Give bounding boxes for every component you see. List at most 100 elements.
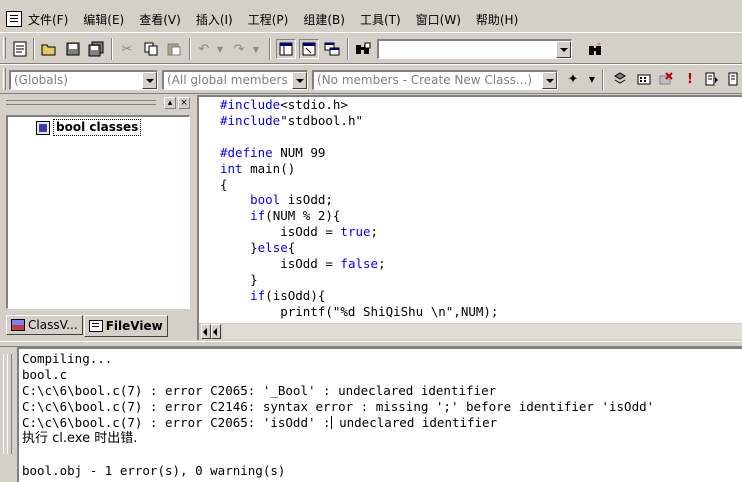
classes-icon (36, 120, 50, 135)
menu-tools[interactable]: 工具(T) (360, 11, 401, 28)
compile-button[interactable] (610, 69, 630, 89)
class-tree[interactable]: bool classes (6, 115, 190, 309)
code-line: } (220, 271, 258, 287)
menu-project[interactable]: 工程(P) (248, 11, 289, 28)
workspace-toggle-button[interactable] (276, 39, 296, 59)
filter-combo-value: (All global members (167, 73, 288, 87)
go-button[interactable] (702, 69, 722, 89)
members-combo-dropdown[interactable] (542, 72, 557, 89)
code-line: printf("%d ShiQiShu \n",NUM); (220, 303, 499, 319)
scrollbar-track[interactable] (223, 324, 742, 339)
chevron-down-icon: ▼ (588, 74, 596, 84)
undo-icon: ↶ (198, 41, 210, 57)
class-combo-dropdown[interactable] (142, 72, 157, 89)
cut-button[interactable]: ✂ (117, 39, 137, 59)
horizontal-scrollbar[interactable] (199, 323, 742, 340)
binoculars-icon (356, 42, 371, 54)
tab-fileview[interactable]: FileView (83, 315, 168, 337)
find-combo[interactable] (377, 39, 572, 59)
output-grip[interactable] (2, 354, 13, 454)
classview-icon (11, 319, 25, 331)
menu-build[interactable]: 组建(B) (303, 11, 345, 28)
exclamation-icon: ! (687, 71, 693, 87)
compile-icon (614, 72, 626, 84)
toolbar-separator (33, 38, 35, 60)
menu-help[interactable]: 帮助(H) (476, 11, 518, 28)
open-folder-icon (41, 44, 56, 56)
toolbar-grip[interactable] (3, 37, 6, 59)
output-line: bool.obj - 1 error(s), 0 warning(s) (22, 463, 286, 478)
menu-window[interactable]: 窗口(W) (416, 11, 461, 28)
close-icon: × (180, 98, 188, 108)
output-line: ​ (22, 447, 654, 463)
find-in-files-button[interactable] (353, 39, 373, 59)
workspace-icon (279, 42, 293, 56)
open-button[interactable] (39, 39, 59, 59)
wizard-action-button[interactable]: ✦ (563, 69, 583, 89)
filter-combo-dropdown[interactable] (292, 72, 307, 89)
class-combo[interactable]: (Globals) (9, 70, 158, 90)
build-output: Compiling... bool.c C:\c\6\bool.c(7) : err… (22, 351, 654, 479)
source-code[interactable]: #include<stdio.h>#include"stdbool.h"​#de… (220, 97, 498, 320)
menu-bar: 文件(F) 编辑(E) 查看(V) 插入(I) 工程(P) 组建(B) 工具(T… (0, 8, 742, 30)
paste-icon (167, 43, 181, 56)
tab-label: ClassV... (28, 318, 78, 332)
window-list-icon (324, 42, 340, 56)
wizard-action-dropdown[interactable]: ▼ (582, 69, 602, 89)
scroll-left-button[interactable] (201, 324, 211, 339)
output-toggle-button[interactable] (299, 39, 319, 59)
hand-icon (728, 72, 738, 86)
menu-edit[interactable]: 编辑(E) (83, 11, 124, 28)
toolbar-separator (189, 38, 191, 60)
document-icon[interactable] (6, 11, 22, 27)
code-line: { (220, 176, 228, 192)
redo-dropdown[interactable]: ▼ (246, 39, 266, 59)
find-combo-dropdown[interactable] (556, 41, 571, 58)
output-line: C:\c\6\bool.c(7) : error C2146: syntax e… (22, 399, 655, 414)
menu-file[interactable]: 文件(F) (28, 11, 68, 28)
stop-build-button[interactable] (656, 69, 676, 89)
find-button[interactable] (585, 39, 605, 59)
build-button[interactable] (634, 69, 654, 89)
workspace-grip[interactable] (6, 104, 156, 105)
save-all-button[interactable] (86, 39, 106, 59)
code-editor[interactable]: #include<stdio.h>#include"stdbool.h"​#de… (199, 97, 742, 323)
scissors-icon: ✂ (121, 41, 133, 57)
workspace-grip[interactable] (6, 100, 156, 101)
editor-gutter (199, 97, 213, 323)
new-text-file-button[interactable] (10, 39, 30, 59)
paste-button[interactable] (164, 39, 184, 59)
scroll-left-button-2[interactable] (211, 324, 221, 339)
text-caret (330, 416, 332, 429)
toolbar-separator (111, 38, 113, 60)
undo-dropdown[interactable]: ▼ (210, 39, 230, 59)
workspace-maximize-button[interactable]: ▴ (164, 97, 176, 109)
filter-combo[interactable]: (All global members (162, 70, 308, 90)
members-combo-value: (No members - Create New Class...) (317, 73, 533, 87)
menu-insert[interactable]: 插入(I) (196, 11, 233, 28)
window-list-button[interactable] (322, 39, 342, 59)
redo-icon: ↷ (233, 41, 245, 57)
wizard-bar: (Globals) (All global members (No member… (0, 64, 742, 94)
code-line: if(NUM % 2){ (250, 208, 341, 224)
code-line: ​ (220, 129, 498, 145)
class-combo-value: (Globals) (14, 73, 68, 87)
standard-toolbar: ✂ ↶ ▼ ↷ ▼ (0, 32, 742, 64)
toolbar-grip[interactable] (3, 68, 6, 90)
copy-button[interactable] (141, 39, 161, 59)
execute-button[interactable]: ! (680, 69, 700, 89)
tab-label: FileView (105, 319, 163, 333)
chevron-down-icon: ▼ (252, 44, 260, 54)
output-window-icon (302, 42, 316, 56)
magic-wand-icon: ✦ (567, 71, 579, 87)
fileview-icon (88, 320, 103, 332)
save-icon (66, 42, 80, 56)
menu-view[interactable]: 查看(V) (139, 11, 181, 28)
members-combo[interactable]: (No members - Create New Class...) (312, 70, 558, 90)
tree-item-bool-classes[interactable]: bool classes (36, 119, 142, 136)
output-window[interactable]: Compiling... bool.c C:\c\6\bool.c(7) : err… (17, 347, 742, 482)
tab-classview[interactable]: ClassV... (6, 315, 83, 335)
breakpoint-button[interactable] (724, 69, 742, 89)
workspace-close-button[interactable]: × (178, 97, 190, 109)
save-button[interactable] (63, 39, 83, 59)
